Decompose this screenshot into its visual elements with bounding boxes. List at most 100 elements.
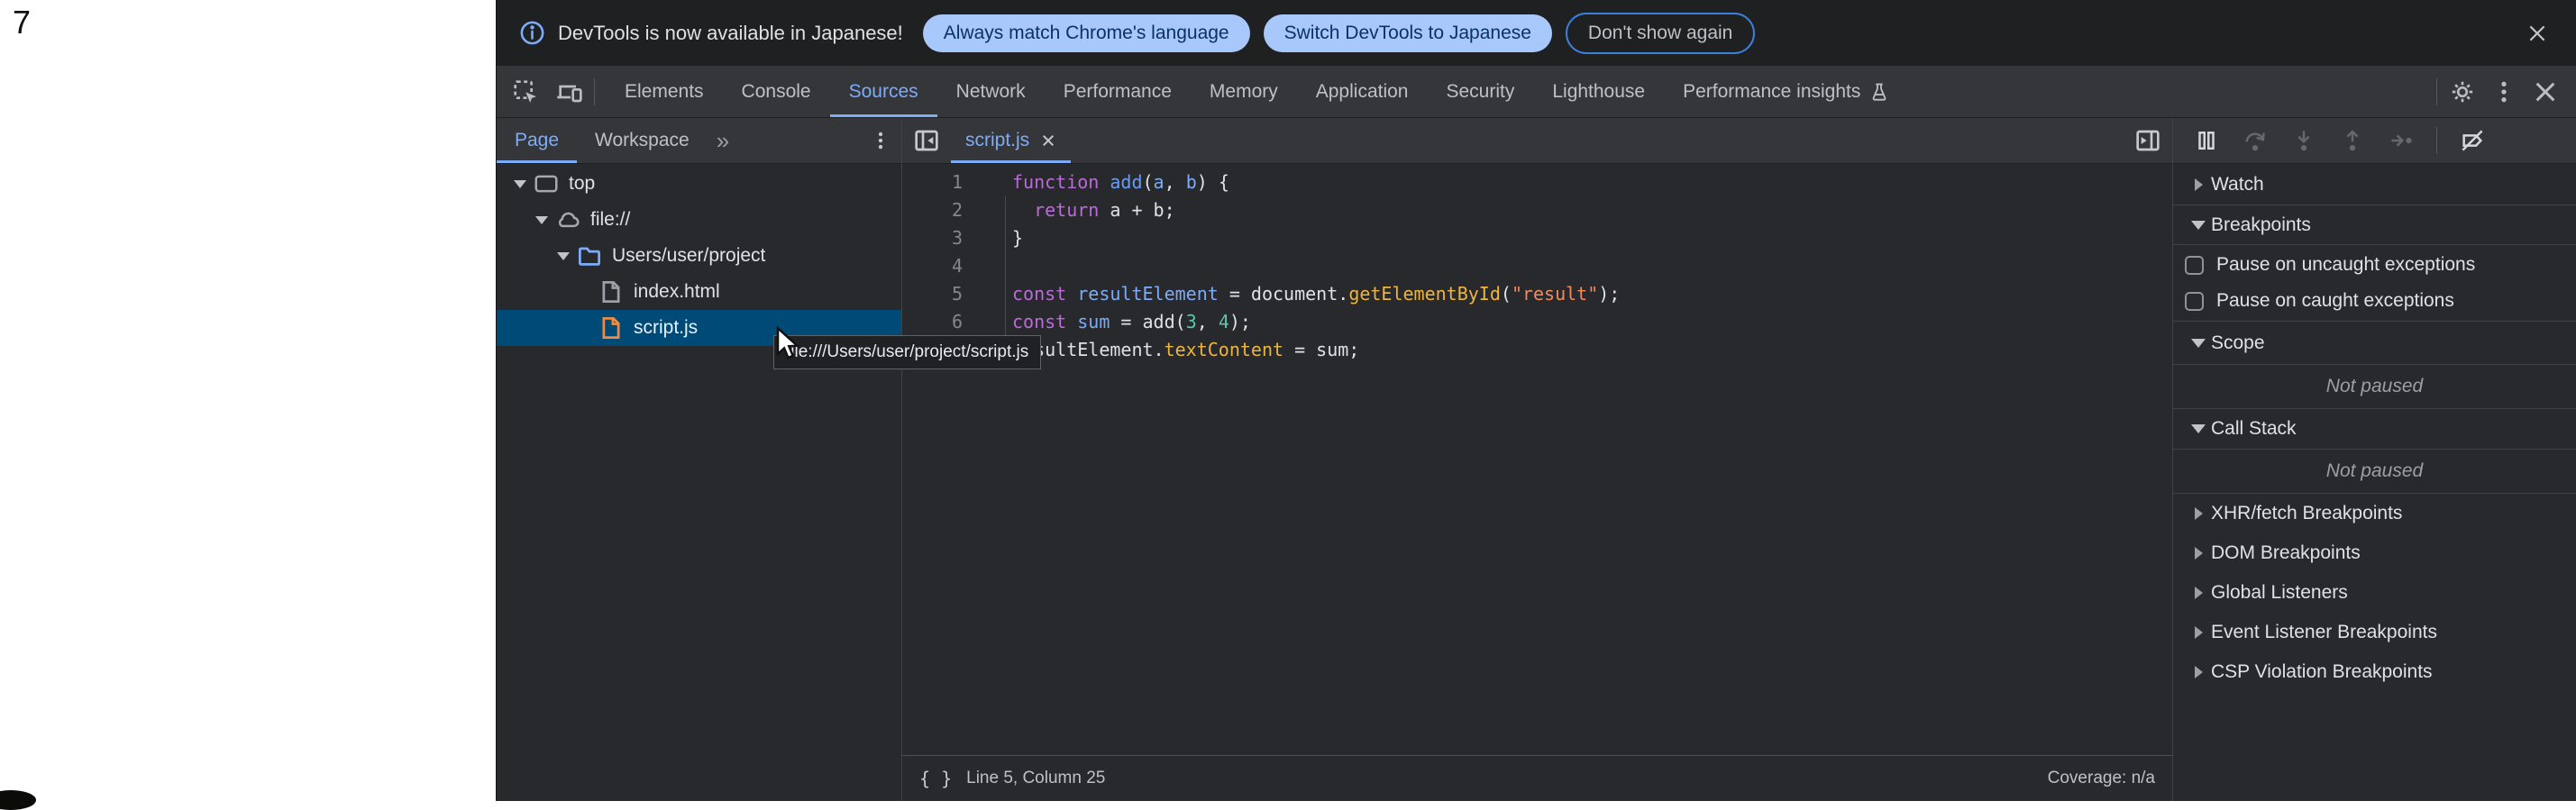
tab-label: Console: [742, 81, 811, 103]
tab-console[interactable]: Console: [723, 66, 830, 117]
editor-statusbar: { } Line 5, Column 25 Coverage: n/a: [902, 755, 2172, 801]
tab-workspace[interactable]: Workspace: [577, 118, 708, 163]
code-line: 4: [902, 252, 2172, 280]
switch-to-japanese-button[interactable]: Switch DevTools to Japanese: [1264, 14, 1552, 52]
line-number[interactable]: 2: [902, 196, 988, 224]
expand-arrow-icon: [2186, 424, 2211, 433]
tree-item-top[interactable]: top: [497, 166, 901, 202]
paused-status-label: Not paused: [2173, 365, 2576, 409]
line-number[interactable]: 6: [902, 308, 988, 336]
checkbox-label: Pause on uncaught exceptions: [2216, 254, 2475, 276]
expand-arrow-icon[interactable]: [509, 180, 531, 188]
expand-arrow-icon: [2186, 339, 2211, 348]
panel-right-toggle-icon[interactable]: [2133, 126, 2162, 155]
section-watch[interactable]: Watch: [2173, 164, 2576, 205]
expand-arrow-icon: [2186, 221, 2211, 230]
panel-left-toggle-icon[interactable]: [912, 126, 941, 155]
inspect-icon[interactable]: [511, 77, 540, 106]
editor-tab-script-js[interactable]: script.js: [951, 118, 1071, 163]
tab-security[interactable]: Security: [1427, 66, 1533, 117]
pause-on-uncaught-exceptions-checkbox-row[interactable]: Pause on uncaught exceptions: [2173, 247, 2576, 283]
section-scope[interactable]: Scope: [2173, 322, 2576, 365]
section-label: XHR/fetch Breakpoints: [2211, 503, 2402, 524]
infobar-close-icon[interactable]: [2526, 22, 2549, 45]
more-tabs-icon[interactable]: »: [708, 127, 738, 155]
always-match-language-button[interactable]: Always match Chrome's language: [923, 14, 1250, 52]
section-label: Scope: [2211, 332, 2265, 354]
dont-show-again-button[interactable]: Don't show again: [1566, 13, 1755, 54]
tab-page[interactable]: Page: [497, 118, 577, 163]
coverage-label: Coverage: n/a: [2048, 769, 2155, 788]
pretty-print-icon[interactable]: { }: [919, 768, 952, 789]
tab-label: Memory: [1210, 81, 1278, 103]
section-csp-violation-breakpoints[interactable]: CSP Violation Breakpoints: [2173, 652, 2576, 692]
tab-sources[interactable]: Sources: [830, 66, 937, 117]
panel-tabs: Elements Console Sources Network Performance…: [606, 66, 1909, 117]
step-out-icon[interactable]: [2339, 127, 2366, 154]
cursor-artifact: [0, 790, 36, 810]
toolbar-divider: [2436, 127, 2437, 154]
section-global-listeners[interactable]: Global Listeners: [2173, 573, 2576, 613]
section-xhr-fetch-breakpoints[interactable]: XHR/fetch Breakpoints: [2173, 494, 2576, 533]
tab-lighthouse[interactable]: Lighthouse: [1533, 66, 1664, 117]
tree-item-users-user-project[interactable]: Users/user/project: [497, 238, 901, 274]
code-line: 5const resultElement = document.getEleme…: [902, 280, 2172, 308]
main-toolbar: Elements Console Sources Network Performance…: [497, 66, 2576, 118]
frame-icon: [533, 170, 560, 197]
tab-memory[interactable]: Memory: [1191, 66, 1297, 117]
devtools-close-icon[interactable]: [2531, 77, 2560, 106]
step-icon[interactable]: [2388, 127, 2415, 154]
tab-elements[interactable]: Elements: [606, 66, 723, 117]
line-number[interactable]: 4: [902, 252, 988, 280]
tab-label: Network: [956, 81, 1026, 103]
tab-label: Elements: [625, 81, 704, 103]
tree-item-label: index.html: [634, 281, 720, 303]
info-icon: [518, 19, 546, 47]
settings-gear-icon[interactable]: [2448, 77, 2477, 106]
checkbox[interactable]: [2185, 256, 2204, 275]
more-kebab-icon[interactable]: [2489, 77, 2518, 106]
breakpoints-options: Pause on uncaught exceptions Pause on cau…: [2173, 245, 2576, 322]
section-event-listener-breakpoints[interactable]: Event Listener Breakpoints: [2173, 613, 2576, 652]
deactivate-breakpoints-icon[interactable]: [2459, 127, 2486, 154]
step-over-icon[interactable]: [2242, 127, 2269, 154]
step-into-icon[interactable]: [2290, 127, 2317, 154]
editor-tabstrip: script.js: [902, 118, 2172, 164]
code-text: resultElement.textContent = sum;: [988, 336, 1359, 364]
tab-performance[interactable]: Performance: [1045, 66, 1191, 117]
tab-performance-insights[interactable]: Performance insights: [1664, 66, 1909, 117]
tab-label: Performance insights: [1683, 81, 1860, 103]
section-call-stack[interactable]: Call Stack: [2173, 409, 2576, 450]
tree-item-file-[interactable]: file://: [497, 202, 901, 238]
tab-application[interactable]: Application: [1297, 66, 1428, 117]
expand-arrow-icon[interactable]: [553, 252, 574, 260]
tab-network[interactable]: Network: [937, 66, 1045, 117]
tree-item-label: file://: [590, 209, 630, 231]
file-tree: topfile://Users/user/projectindex.htmlsc…: [497, 164, 901, 801]
editor-pane: script.js 1function add(a, b) {2 return …: [902, 118, 2173, 801]
code-text: const sum = add(3, 4);: [988, 308, 1251, 336]
section-dom-breakpoints[interactable]: DOM Breakpoints: [2173, 533, 2576, 573]
tree-item-label: top: [569, 173, 595, 195]
section-label: Breakpoints: [2211, 214, 2311, 236]
tree-item-label: Users/user/project: [612, 245, 765, 267]
toolbar-right: [2425, 66, 2576, 117]
section-label: Call Stack: [2211, 418, 2297, 440]
line-number[interactable]: 3: [902, 224, 988, 252]
line-number[interactable]: 5: [902, 280, 988, 308]
navigator-more-kebab-icon[interactable]: [869, 129, 892, 152]
code-text: function add(a, b) {: [988, 168, 1229, 196]
checkbox[interactable]: [2185, 292, 2204, 311]
tree-item-index-html[interactable]: index.html: [497, 274, 901, 310]
pause-icon[interactable]: [2193, 127, 2220, 154]
tab-close-icon[interactable]: [1040, 132, 1056, 149]
debugger-sections: Watch Breakpoints Pause on uncaught except…: [2173, 164, 2576, 801]
file-path-tooltip: file:///Users/user/project/script.js: [773, 335, 1041, 369]
checkbox-label: Pause on caught exceptions: [2216, 290, 2454, 312]
line-number[interactable]: 1: [902, 168, 988, 196]
pause-on-caught-exceptions-checkbox-row[interactable]: Pause on caught exceptions: [2173, 283, 2576, 319]
section-breakpoints[interactable]: Breakpoints: [2173, 205, 2576, 245]
device-toolbar-icon[interactable]: [554, 77, 583, 106]
code-editor[interactable]: 1function add(a, b) {2 return a + b;3}45…: [902, 164, 2172, 755]
expand-arrow-icon[interactable]: [531, 216, 553, 224]
